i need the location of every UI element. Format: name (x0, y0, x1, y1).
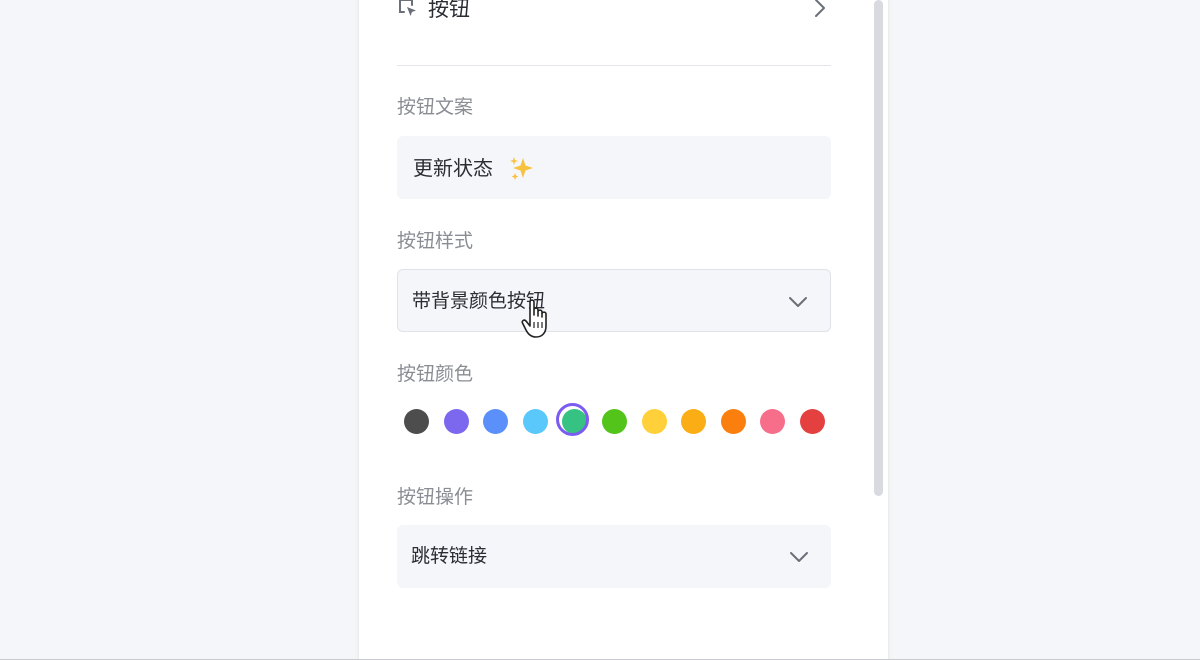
button-style-select[interactable]: 带背景颜色按钮 (397, 269, 831, 332)
button-text-value: 更新状态 (413, 156, 493, 180)
color-swatch[interactable] (523, 409, 548, 434)
color-swatch[interactable] (483, 409, 508, 434)
color-swatch[interactable] (444, 409, 469, 434)
chevron-right-icon (815, 0, 825, 17)
button-color-label: 按钮颜色 (397, 363, 474, 385)
divider (397, 65, 831, 66)
color-swatch[interactable] (760, 409, 785, 434)
color-swatch[interactable] (721, 409, 746, 434)
button-style-label: 按钮样式 (397, 230, 474, 252)
chevron-down-icon (789, 297, 807, 307)
color-swatch[interactable] (800, 409, 825, 434)
color-swatch[interactable] (602, 409, 627, 434)
color-swatch[interactable] (681, 409, 706, 434)
scrollbar[interactable] (874, 0, 883, 496)
cursor-click-icon (399, 0, 416, 16)
color-swatch[interactable] (642, 409, 667, 434)
color-swatch-group (397, 402, 837, 442)
color-swatch[interactable] (556, 403, 589, 436)
button-action-value: 跳转链接 (411, 545, 488, 567)
button-action-label: 按钮操作 (397, 486, 474, 508)
section-title: 按钮 (428, 0, 470, 21)
button-section-header[interactable]: 按钮 (397, 0, 831, 30)
button-text-label: 按钮文案 (397, 96, 474, 118)
hand-pointer-cursor-icon (521, 299, 547, 338)
page: 按钮 按钮文案 更新状态 按钮样式 带背景颜色按钮 按钮颜色 按钮操作 跳转链接 (0, 0, 1200, 660)
color-swatch[interactable] (404, 409, 429, 434)
button-text-input[interactable]: 更新状态 (397, 136, 831, 199)
chevron-down-icon (790, 552, 808, 562)
sparkles-icon (510, 157, 533, 180)
button-action-select[interactable]: 跳转链接 (397, 525, 831, 588)
